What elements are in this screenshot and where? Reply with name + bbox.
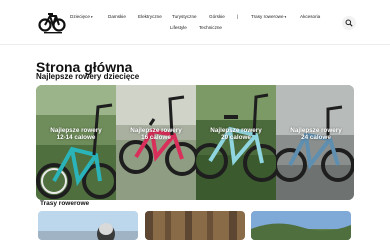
search-button[interactable] bbox=[342, 16, 356, 30]
bike-photo bbox=[276, 85, 354, 200]
nav-label: Trasy rowerowe bbox=[251, 14, 284, 19]
trail-photo bbox=[251, 211, 351, 240]
bike-photo bbox=[116, 85, 196, 200]
trail-card[interactable] bbox=[145, 211, 245, 240]
card-label: Najlepsze rowery 12-14 calowe bbox=[50, 127, 102, 142]
nav-label: Dziecięce bbox=[70, 14, 90, 19]
nav-item-trasy-rowerowe[interactable]: Trasy rowerowe▾ bbox=[251, 14, 286, 19]
card-rowery-12-14[interactable]: Najlepsze rowery 12-14 calowe bbox=[36, 85, 116, 200]
bike-logo-icon bbox=[38, 13, 66, 34]
nav-item-dzieciece[interactable]: Dziecięce▾ bbox=[70, 14, 93, 19]
card-label: Najlepsze rowery 20 calowe bbox=[210, 127, 262, 142]
nav-divider: | bbox=[237, 14, 239, 19]
nav-item-turystyczne[interactable]: Turystyczne bbox=[172, 14, 197, 19]
card-label: Najlepsze rowery 16 calowe bbox=[130, 127, 182, 142]
chevron-down-icon: ▾ bbox=[90, 15, 93, 19]
search-icon bbox=[345, 19, 353, 27]
section-title: Najlepsze rowery dziecięce bbox=[36, 72, 140, 81]
trail-card[interactable] bbox=[251, 211, 351, 240]
nav-item-techniczne[interactable]: Techniczne bbox=[199, 25, 222, 30]
card-rowery-16[interactable]: Najlepsze rowery 16 calowe bbox=[116, 85, 196, 200]
card-rowery-24[interactable]: Najlepsze rowery 24 calowe bbox=[276, 85, 354, 200]
kids-bikes-carousel: Najlepsze rowery 12-14 calowe Najlepsze … bbox=[36, 85, 354, 200]
chevron-down-icon: ▾ bbox=[284, 15, 287, 19]
card-label: Najlepsze rowery 24 calowe bbox=[290, 127, 342, 142]
nav-item-akcesoria[interactable]: Akcesoria bbox=[300, 14, 320, 19]
bike-photo bbox=[36, 85, 116, 200]
main-nav: Dziecięce▾ Damskie Elektryczne Turystycz… bbox=[68, 14, 330, 38]
nav-item-gorskie[interactable]: Górskie bbox=[209, 14, 225, 19]
nav-item-damskie[interactable]: Damskie bbox=[108, 14, 126, 19]
nav-item-elektryczne[interactable]: Elektryczne bbox=[138, 14, 162, 19]
site-logo[interactable] bbox=[38, 10, 68, 36]
site-header: Dziecięce▾ Damskie Elektryczne Turystycz… bbox=[0, 0, 390, 45]
trail-photo bbox=[145, 211, 245, 240]
trail-photo bbox=[38, 211, 138, 240]
trails-section-title: Trasy rowerowe bbox=[40, 200, 90, 207]
trail-card[interactable] bbox=[38, 211, 138, 240]
card-rowery-20[interactable]: Najlepsze rowery 20 calowe bbox=[196, 85, 276, 200]
nav-item-lifestyle[interactable]: Lifestyle bbox=[170, 25, 187, 30]
bike-photo bbox=[196, 85, 276, 200]
